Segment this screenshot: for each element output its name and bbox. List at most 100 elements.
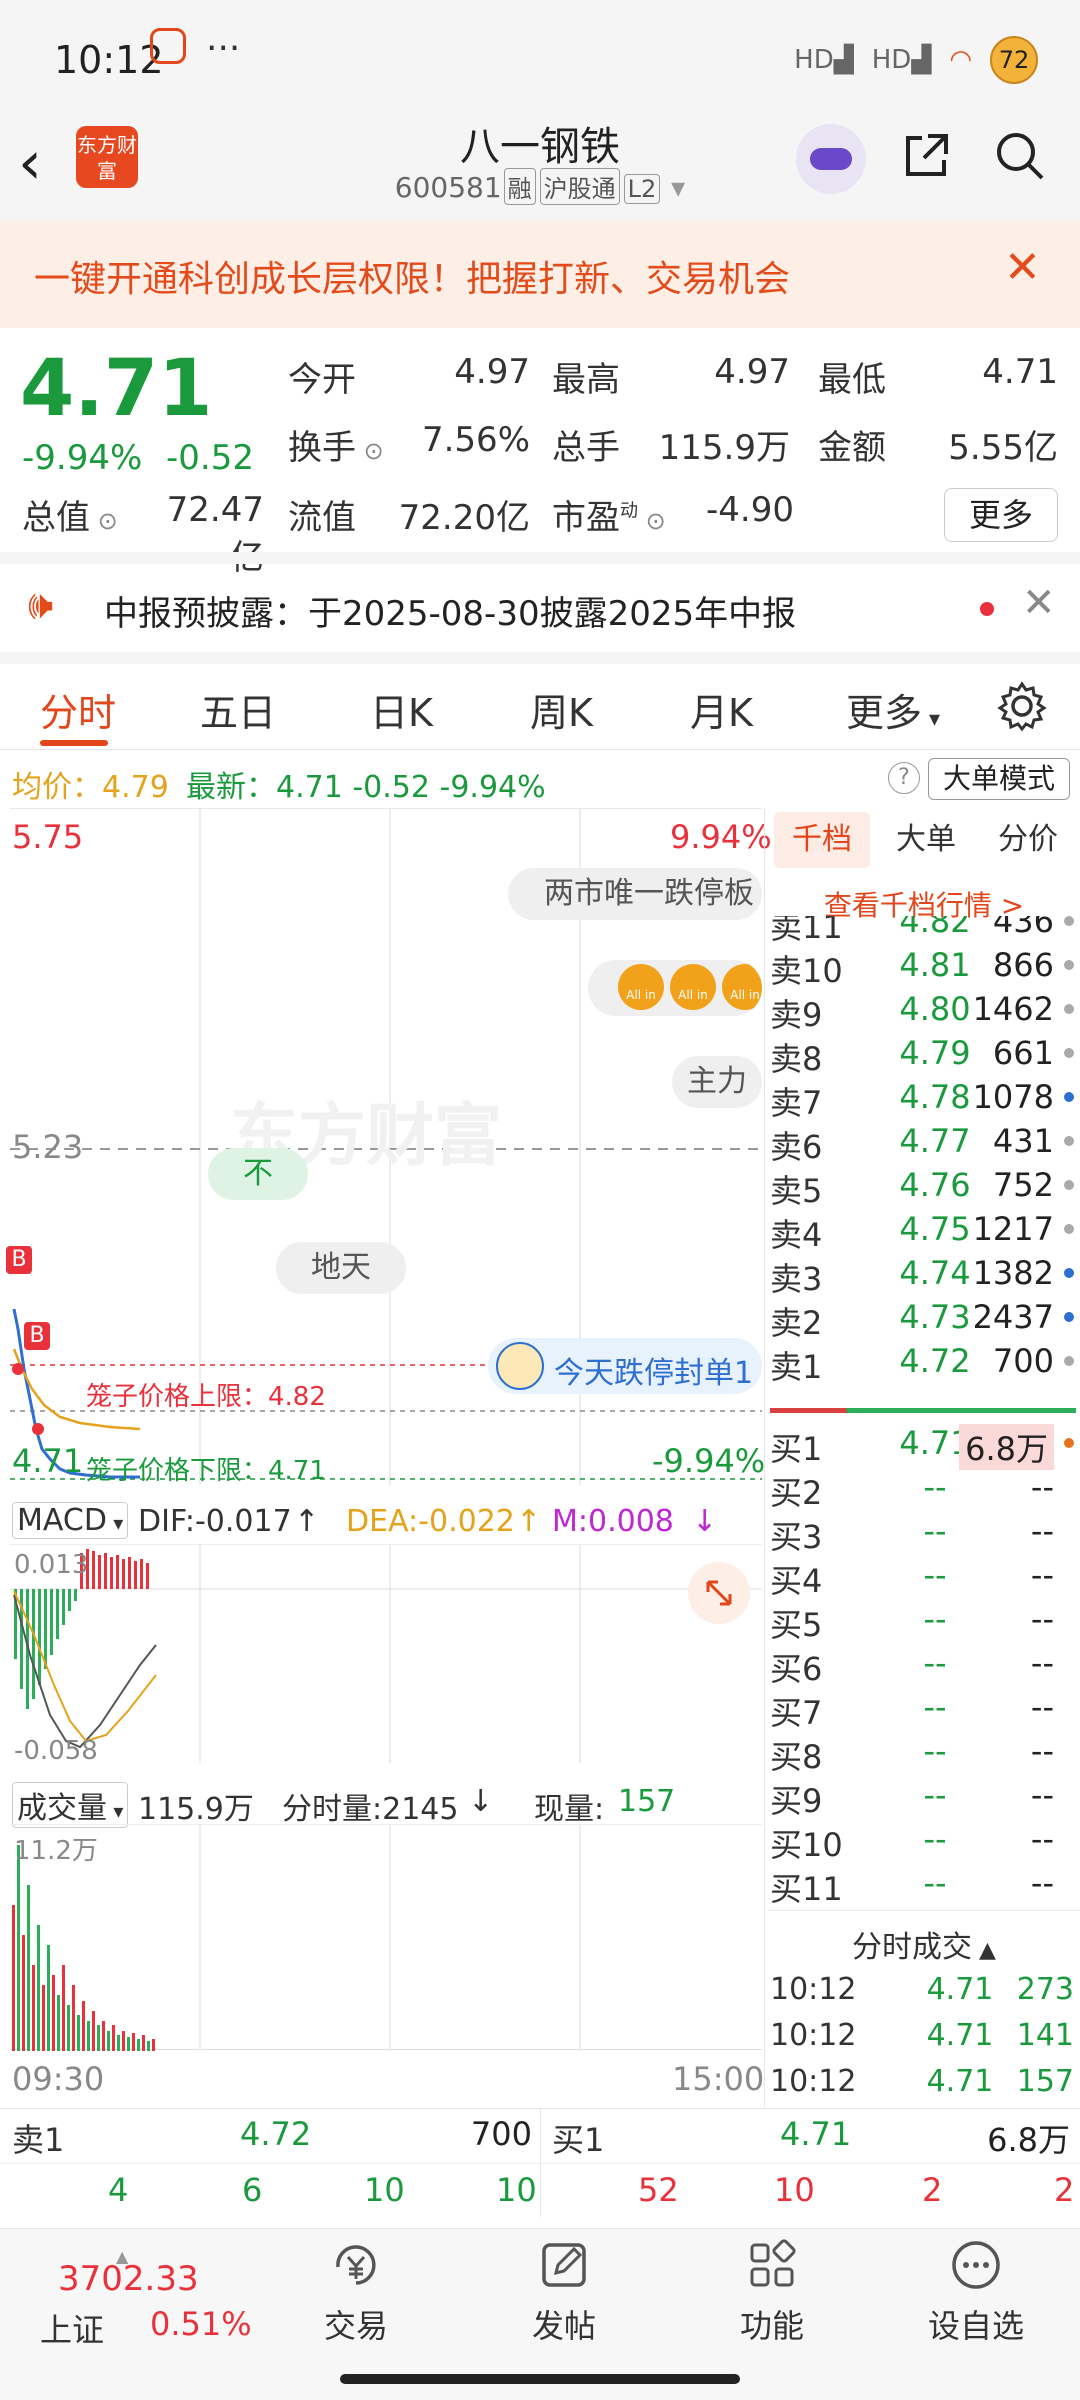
limit-down-pill[interactable]: 今天跌停封单1 bbox=[488, 1338, 762, 1394]
tab-five-day[interactable]: 五日 bbox=[200, 682, 276, 737]
level-label: 卖8 bbox=[770, 1040, 823, 1078]
index-value: 3702.33 bbox=[58, 2259, 199, 2299]
sell-level-row[interactable]: 卖11 4.82 436 bbox=[770, 916, 1076, 946]
buy-level-row[interactable]: 买7 -- -- bbox=[770, 1688, 1076, 1732]
sell-level-row[interactable]: 卖4 4.75 1217 bbox=[770, 1210, 1076, 1254]
more-status-icon: ··· bbox=[206, 28, 241, 69]
level-price: -- bbox=[923, 1864, 947, 1902]
volume-chart-svg bbox=[12, 1825, 581, 2051]
volume-now: 157 bbox=[618, 1784, 676, 1819]
grid-icon bbox=[750, 2239, 796, 2287]
macd-chart[interactable] bbox=[10, 1544, 762, 1763]
dea-line bbox=[13, 1590, 157, 1743]
level-label: 买2 bbox=[770, 1474, 823, 1512]
tab-price-dist[interactable]: 分价 bbox=[980, 812, 1076, 868]
buy-level-row[interactable]: 买6 -- -- bbox=[770, 1644, 1076, 1688]
coin-icon: All in bbox=[670, 964, 716, 1010]
info-line: 均价：4.79 最新：4.71 -0.52 -9.94% ? 大单模式 bbox=[0, 754, 1080, 805]
volume-chart[interactable] bbox=[10, 1824, 762, 2051]
help-icon[interactable]: ? bbox=[888, 762, 920, 794]
level-label: 卖10 bbox=[770, 952, 843, 990]
buy-level-row[interactable]: 买2 -- -- bbox=[770, 1468, 1076, 1512]
coin-pill[interactable]: All in All in All in bbox=[588, 960, 762, 1016]
nav-functions[interactable]: 功能 bbox=[702, 2237, 842, 2347]
macd-chart-svg bbox=[10, 1545, 762, 1763]
buy-level-row[interactable]: 买5 -- -- bbox=[770, 1600, 1076, 1644]
expand-icon[interactable] bbox=[688, 1562, 750, 1624]
nav-post[interactable]: 发帖 bbox=[494, 2237, 634, 2347]
sell-level-row[interactable]: 卖10 4.81 866 bbox=[770, 946, 1076, 990]
event-pill[interactable]: 主力 bbox=[672, 1056, 762, 1108]
tab-big-order[interactable]: 大单 bbox=[878, 812, 974, 868]
volume-bars bbox=[12, 1845, 155, 2051]
share-icon[interactable] bbox=[898, 128, 958, 188]
buy-level-row[interactable]: 买10 -- -- bbox=[770, 1820, 1076, 1864]
order-dot-icon bbox=[1064, 1180, 1074, 1190]
ticks-title[interactable]: 分时成交 ▲ bbox=[768, 1922, 1080, 1966]
down-arrow-icon: ↓ bbox=[692, 1504, 718, 1539]
buy-level-row[interactable]: 买4 -- -- bbox=[770, 1556, 1076, 1600]
sell-level-row[interactable]: 卖7 4.78 1078 bbox=[770, 1078, 1076, 1122]
nav-add-watchlist[interactable]: 设自选 bbox=[906, 2237, 1046, 2347]
buy-level-row[interactable]: 买8 -- -- bbox=[770, 1732, 1076, 1776]
tab-more[interactable]: 更多 ▾ bbox=[846, 682, 940, 737]
level-price: -- bbox=[923, 1820, 947, 1858]
close-icon[interactable]: ✕ bbox=[1004, 242, 1041, 293]
notice-bar[interactable]: 🕪 中报预披露：于2025-08-30披露2025年中报 ✕ bbox=[0, 566, 1080, 650]
index-ticker[interactable]: ▲ 3702.33 上证 0.51% bbox=[40, 2247, 260, 2367]
sell-level-row[interactable]: 卖3 4.74 1382 bbox=[770, 1254, 1076, 1298]
app-notify-icon bbox=[150, 28, 186, 64]
sell-level-row[interactable]: 卖6 4.77 431 bbox=[770, 1122, 1076, 1166]
gear-icon[interactable] bbox=[996, 680, 1048, 736]
buy-marker[interactable]: B bbox=[24, 1322, 50, 1350]
tab-intraday[interactable]: 分时 bbox=[40, 682, 116, 737]
big-order-mode-button[interactable]: 大单模式 bbox=[928, 758, 1070, 800]
level-price: 4.72 bbox=[899, 1342, 971, 1380]
macd-dea: DEA:-0.022 bbox=[346, 1504, 515, 1539]
stock-header: ‹ 东方财富 八一钢铁 600581 融沪股通 L2 ▾ bbox=[0, 110, 1080, 220]
limit-down-text: 今天跌停封单1 bbox=[554, 1356, 754, 1391]
sell-level-row[interactable]: 卖2 4.73 2437 bbox=[770, 1298, 1076, 1342]
more-circle-icon bbox=[952, 2241, 1000, 2289]
sell-level-row[interactable]: 卖1 4.72 700 bbox=[770, 1342, 1076, 1386]
event-pill[interactable]: 不 bbox=[208, 1148, 308, 1200]
level-volume: 700 bbox=[992, 1342, 1054, 1380]
volume-label: 总手 bbox=[552, 428, 620, 468]
mascot-icon bbox=[496, 1342, 544, 1390]
home-indicator[interactable] bbox=[340, 2374, 740, 2384]
buy-level-row[interactable]: 买3 -- -- bbox=[770, 1512, 1076, 1556]
connect-tag: 沪股通 bbox=[539, 168, 620, 205]
close-icon[interactable]: ✕ bbox=[1022, 580, 1056, 626]
sell-level-row[interactable]: 卖5 4.76 752 bbox=[770, 1166, 1076, 1210]
robot-avatar[interactable] bbox=[796, 124, 866, 194]
tick-time: 10:12 bbox=[770, 2064, 857, 2099]
nav-trade[interactable]: 交易 bbox=[286, 2237, 426, 2347]
event-pill[interactable]: 地天 bbox=[276, 1242, 406, 1294]
macd-selector[interactable]: MACD ▾ bbox=[12, 1502, 129, 1539]
trade-icon bbox=[336, 2245, 376, 2285]
level-volume: -- bbox=[1030, 1820, 1054, 1858]
tab-daily-k[interactable]: 日K bbox=[370, 682, 433, 737]
tab-weekly-k[interactable]: 周K bbox=[530, 682, 593, 737]
search-icon[interactable] bbox=[992, 128, 1052, 188]
level-price: 4.81 bbox=[899, 946, 971, 984]
order-dot-icon bbox=[1064, 1312, 1074, 1322]
level-volume: -- bbox=[1030, 1600, 1054, 1638]
buy-level-row[interactable]: 买11 -- -- bbox=[770, 1864, 1076, 1908]
tab-depth[interactable]: 千档 bbox=[774, 812, 870, 868]
battery-icon: 72 bbox=[990, 36, 1038, 84]
coin-icon: All in bbox=[722, 964, 762, 1010]
tick-time: 10:12 bbox=[770, 1972, 857, 2007]
volume-selector[interactable]: 成交量 ▾ bbox=[12, 1782, 129, 1828]
buy-level-row[interactable]: 买9 -- -- bbox=[770, 1776, 1076, 1820]
turnover-label: 换手 ⊙ bbox=[288, 428, 384, 468]
promo-banner[interactable]: 一键开通科创成长层权限！把握打新、交易机会 ✕ bbox=[0, 220, 1080, 328]
sell-level-row[interactable]: 卖8 4.79 661 bbox=[770, 1034, 1076, 1078]
buy-level-row[interactable]: 买1 4.71 6.8万 bbox=[770, 1424, 1076, 1470]
more-button[interactable]: 更多 bbox=[944, 488, 1058, 542]
level-label: 卖6 bbox=[770, 1128, 823, 1166]
tab-monthly-k[interactable]: 月K bbox=[690, 682, 753, 737]
sell-level-row[interactable]: 卖9 4.80 1462 bbox=[770, 990, 1076, 1034]
buy-marker[interactable]: B bbox=[6, 1246, 32, 1274]
event-pill[interactable]: 两市唯一跌停板 bbox=[508, 868, 762, 920]
